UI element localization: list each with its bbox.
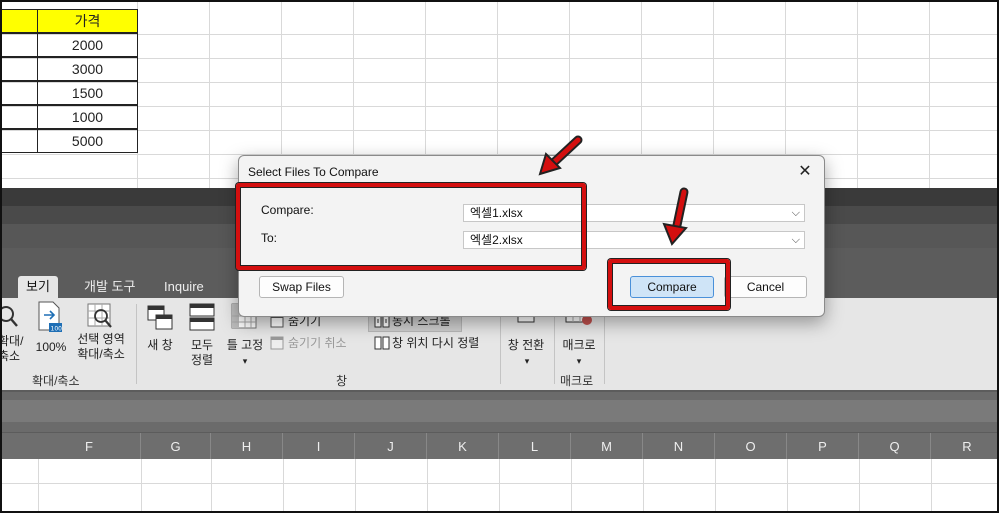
group-label-zoom: 확대/축소	[32, 374, 80, 388]
compare-button[interactable]: Compare	[630, 276, 714, 298]
table-cell[interactable]	[2, 129, 38, 153]
arrange-all-button[interactable]: 모두 정렬	[182, 338, 222, 368]
zoom-100-icon: 100	[38, 301, 63, 333]
dialog-title: Select Files To Compare	[248, 165, 379, 179]
freeze-panes-button[interactable]: 틀 고정	[222, 338, 268, 353]
column-header[interactable]: I	[283, 433, 355, 459]
to-label: To:	[261, 231, 278, 245]
column-headers: F G H I J K L M N O P Q R	[2, 433, 997, 459]
tab-inquire[interactable]: Inquire	[156, 276, 212, 298]
macros-button[interactable]: 매크로	[556, 338, 602, 353]
to-file-value: 엑셀2.xlsx	[470, 233, 523, 247]
compare-label: Compare:	[261, 203, 314, 217]
compare-file-value: 엑셀1.xlsx	[470, 206, 523, 220]
zoom-button[interactable]: 확대/ 축소	[2, 334, 23, 364]
chevron-down-icon: ▾	[576, 356, 582, 366]
price-cell[interactable]: 2000	[37, 33, 138, 57]
chevron-down-icon: ▾	[242, 356, 248, 366]
column-header[interactable]: J	[355, 433, 427, 459]
price-cell[interactable]: 1500	[37, 81, 138, 105]
column-header[interactable]: Q	[859, 433, 931, 459]
table-cell[interactable]	[2, 33, 38, 57]
table-cell[interactable]	[2, 105, 38, 129]
chevron-down-icon: ⌵	[791, 234, 800, 246]
group-label-window: 창	[336, 374, 348, 388]
price-header-cell[interactable]: 가격	[37, 9, 138, 33]
zoom-selection-button[interactable]: 선택 영역 확대/축소	[70, 332, 132, 362]
arrange-all-icon	[189, 303, 215, 331]
price-cell[interactable]: 1000	[37, 105, 138, 129]
zoom-icon	[2, 306, 18, 327]
switch-windows-button[interactable]: 창 전환	[502, 338, 550, 353]
unhide-button[interactable]: 숨기기 취소	[288, 336, 358, 351]
column-header[interactable]: O	[715, 433, 787, 459]
worksheet-cells[interactable]	[2, 459, 997, 511]
swap-files-button[interactable]: Swap Files	[259, 276, 344, 298]
new-window-button[interactable]: 새 창	[142, 338, 178, 353]
compare-file-select[interactable]: 엑셀1.xlsx ⌵	[463, 204, 805, 222]
column-header[interactable]: K	[427, 433, 499, 459]
cancel-button[interactable]: Cancel	[724, 276, 807, 298]
price-cell[interactable]: 3000	[37, 57, 138, 81]
column-header[interactable]: H	[211, 433, 283, 459]
tab-view[interactable]: 보기	[18, 276, 58, 298]
column-header[interactable]: G	[141, 433, 211, 459]
column-header[interactable]: R	[931, 433, 997, 459]
column-header[interactable]: P	[787, 433, 859, 459]
reset-window-position-button[interactable]: 창 위치 다시 정렬	[392, 336, 502, 351]
column-header[interactable]: N	[643, 433, 715, 459]
zoom-100-button[interactable]: 100%	[32, 340, 70, 355]
formula-input[interactable]	[2, 400, 997, 422]
price-cell[interactable]: 5000	[37, 129, 138, 153]
to-file-select[interactable]: 엑셀2.xlsx ⌵	[463, 231, 805, 249]
select-files-dialog: Select Files To Compare ✕ Compare: 엑셀1.x…	[238, 155, 825, 317]
column-header[interactable]: F	[38, 433, 141, 459]
chevron-down-icon: ⌵	[791, 207, 800, 219]
column-header[interactable]: M	[571, 433, 643, 459]
svg-text:100: 100	[51, 326, 63, 333]
tab-developer[interactable]: 개발 도구	[76, 276, 143, 298]
close-icon[interactable]: ✕	[796, 163, 814, 181]
group-label-macros: 매크로	[560, 374, 594, 388]
column-header[interactable]: L	[499, 433, 571, 459]
reset-window-position-icon	[374, 336, 390, 350]
header-cell-left[interactable]	[2, 9, 38, 33]
new-window-icon	[147, 305, 173, 330]
zoom-selection-icon	[87, 303, 112, 328]
unhide-icon	[270, 336, 284, 350]
table-cell[interactable]	[2, 57, 38, 81]
chevron-down-icon: ▾	[524, 356, 530, 366]
table-cell[interactable]	[2, 81, 38, 105]
